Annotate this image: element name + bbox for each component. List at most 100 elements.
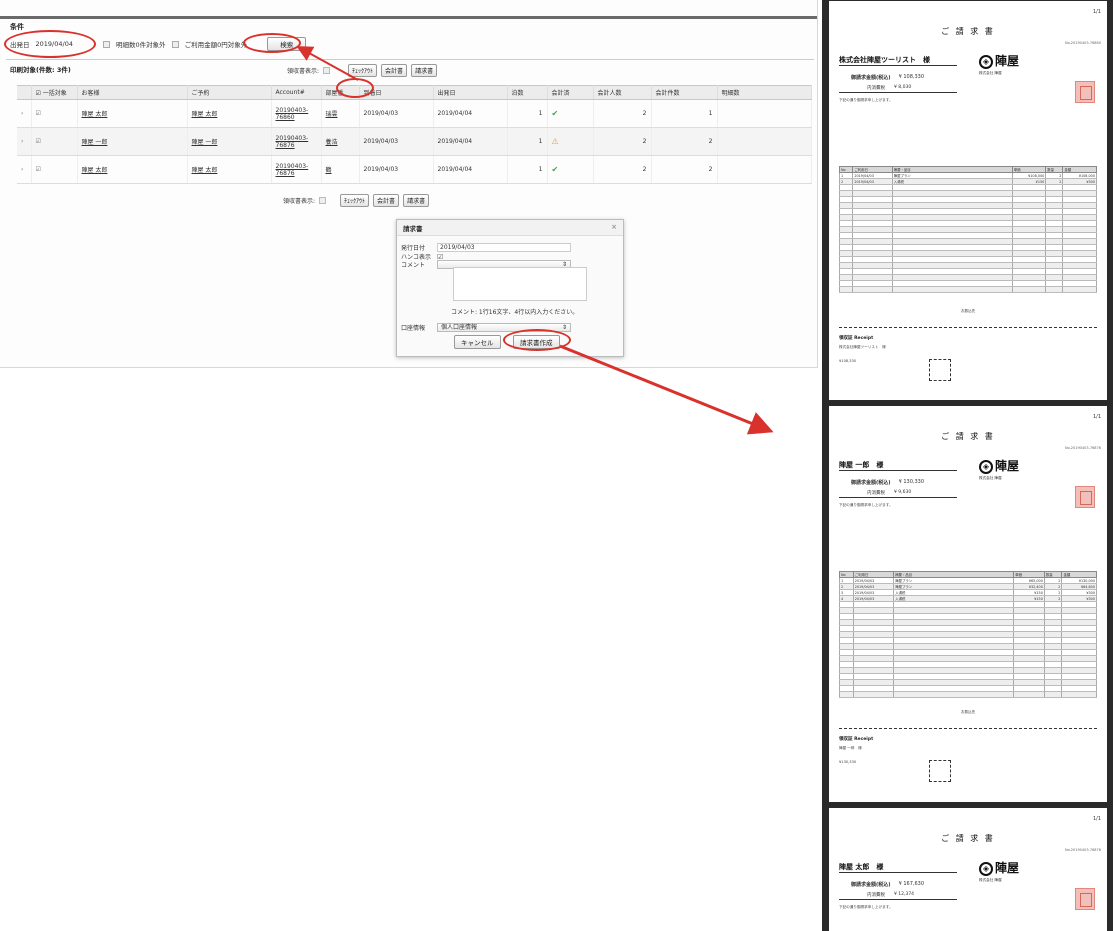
row-expand[interactable]: › (17, 99, 32, 128)
receipt-display-checkbox[interactable] (323, 67, 331, 74)
conditions-panel-title: 条件 (10, 23, 24, 31)
row-target-checkbox[interactable]: ☑ (31, 99, 78, 128)
company-info: 株式会社 陣屋 (979, 476, 1002, 480)
invoice-addressee: 陣屋 太郎 様 (839, 863, 884, 871)
invoice-page: 1/1 ご 請 求 書 No.20190403-76860 株式会社陣屋ツーリス… (829, 1, 1107, 400)
header-bar (0, 16, 817, 19)
issue-date-row: 発行日付 2019/04/03 (401, 243, 571, 252)
crest-icon: ◈ (979, 54, 993, 69)
items-cell (717, 99, 812, 128)
col-header-target[interactable]: ☑ 一括対象 (31, 85, 78, 100)
col-header-room: 部屋番 (321, 85, 360, 100)
paid-check-icon: ✔ (551, 165, 559, 174)
departure-cell: 2019/04/04 (433, 99, 508, 128)
issue-date-label: 発行日付 (401, 245, 426, 252)
page-number: 1/1 (1092, 414, 1101, 420)
paid-cell: ✔ (547, 155, 594, 184)
room-link[interactable]: 瑞雲 (326, 111, 338, 118)
room-link[interactable]: 養浩 (326, 139, 338, 146)
invoice-addressee: 陣屋 一郎 様 (839, 461, 884, 469)
crest-icon: ◈ (979, 459, 993, 474)
select-arrow-icon: ⇕ (561, 324, 567, 331)
col-header-customer: お客様 (77, 85, 188, 100)
booking-link[interactable]: 陣屋 太郎 (192, 111, 218, 118)
company-logo: ◈ 陣屋 (979, 52, 1019, 69)
bank-info: お振込先 (960, 309, 976, 313)
account-link[interactable]: 20190403-76860 (276, 107, 309, 121)
account-info-select[interactable]: 個人口座情報 ⇕ (437, 323, 571, 332)
account-link[interactable]: 20190403-76876 (276, 163, 309, 177)
col-header-arrival: 到着日 (359, 85, 434, 100)
col-header-account: Account# (271, 85, 322, 100)
row-target-checkbox[interactable]: ☑ (31, 155, 78, 184)
receipt-title: 領収証 Receipt (839, 336, 874, 341)
paid-cell: ⚠ (547, 127, 594, 156)
invoice-preview-panel[interactable]: 1/1 ご 請 求 書 No.20190403-76860 株式会社陣屋ツーリス… (822, 0, 1113, 931)
room-cell: 養浩 (321, 127, 360, 156)
invoice-title: ご 請 求 書 (941, 27, 995, 36)
invoice-tax: 内消費税 ¥ 12,374 (867, 892, 914, 898)
invoice-button[interactable]: 請求書 (411, 64, 438, 77)
row-target-checkbox[interactable]: ☑ (31, 127, 78, 156)
settlement-button[interactable]: 会計書 (381, 64, 408, 77)
crest-icon: ◈ (979, 861, 993, 876)
room-cell: 瑞雲 (321, 99, 360, 128)
table-row: › ☑ 陣屋 太郎 陣屋 太郎 20190403-76876 鶴 2019/04… (17, 155, 812, 184)
customer-link[interactable]: 陣屋 太郎 (82, 167, 108, 174)
items-cell (717, 155, 812, 184)
comment-textarea[interactable] (453, 267, 587, 301)
amount-value: ¥ 167,630 (898, 881, 925, 887)
table-header-row: ☑ 一括対象 お客様 ご予約 Account# 部屋番 到着日 出発日 泊数 会… (17, 85, 812, 100)
exclude-zero-items-label: 明細数0件対象外 (115, 41, 166, 49)
tax-label: 内消費税 (867, 491, 885, 496)
invoice-button[interactable]: 請求書 (403, 194, 430, 207)
print-toolbar-top: 領収書表示: ﾁｪｯｸｱｳﾄ 会計書 請求書 (287, 64, 438, 77)
exclude-zero-amount-checkbox[interactable] (171, 40, 179, 48)
col-header-booking: ご予約 (187, 85, 272, 100)
comment-hint: コメント: 1行16文字、4行以内入力ください。 (451, 309, 579, 316)
amount-value: ¥ 130,330 (898, 479, 925, 485)
dialog-title: 請求書 (403, 225, 423, 233)
account-cell: 20190403-76876 (271, 127, 322, 156)
tax-value: ¥ 8,030 (894, 85, 912, 90)
receipt-display-checkbox[interactable] (319, 197, 327, 204)
departure-date-value[interactable]: 2019/04/04 (36, 40, 73, 48)
select-all-checkbox-icon[interactable]: ☑ (36, 90, 43, 97)
company-logo: ◈ 陣屋 (979, 457, 1019, 474)
customer-link[interactable]: 陣屋 太郎 (82, 111, 108, 118)
account-link[interactable]: 20190403-76876 (276, 135, 309, 149)
company-info: 株式会社 陣屋 (979, 71, 1002, 75)
cut-line (839, 728, 1097, 729)
company-info: 株式会社 陣屋 (979, 878, 1002, 882)
cancel-button[interactable]: キャンセル (454, 335, 501, 349)
table-row: › ☑ 陣屋 一郎 陣屋 一郎 20190403-76876 養浩 2019/0… (17, 127, 812, 156)
room-link[interactable]: 鶴 (326, 167, 332, 174)
receipt-addressee: 株式会社陣屋ツーリスト 様 (839, 345, 886, 349)
seal-stamp-icon (1075, 81, 1095, 103)
invoice-number: No.20190403-76860 (1064, 41, 1101, 45)
booking-link[interactable]: 陣屋 一郎 (192, 139, 218, 146)
row-expand[interactable]: › (17, 155, 32, 184)
checkout-button[interactable]: ﾁｪｯｸｱｳﾄ (348, 64, 378, 77)
customer-cell: 陣屋 一郎 (77, 127, 188, 156)
search-button[interactable]: 検索 (267, 37, 307, 51)
booking-link[interactable]: 陣屋 太郎 (192, 167, 218, 174)
arrival-cell: 2019/04/03 (359, 155, 434, 184)
row-expand[interactable]: › (17, 127, 32, 156)
create-invoice-button[interactable]: 請求書作成 (513, 335, 560, 349)
comment-label: コメント (401, 262, 426, 269)
exclude-zero-items-checkbox[interactable] (102, 40, 110, 48)
departure-cell: 2019/04/04 (433, 127, 508, 156)
issue-date-input[interactable]: 2019/04/03 (437, 243, 571, 252)
receipt-display-label: 領収書表示: (287, 68, 320, 75)
customer-link[interactable]: 陣屋 一郎 (82, 139, 108, 146)
close-icon[interactable]: × (611, 223, 617, 231)
invoice-message: 下記の通り御請求申し上げます。 (839, 503, 893, 507)
settlement-button[interactable]: 会計書 (373, 194, 400, 207)
invoice-amount: 御請求金額(税込) ¥ 130,330 (851, 479, 924, 486)
divider (839, 899, 957, 900)
invoice-title: ご 請 求 書 (941, 834, 995, 843)
revenue-stamp-box (929, 760, 951, 782)
checkout-button[interactable]: ﾁｪｯｸｱｳﾄ (340, 194, 370, 207)
account-cell: 20190403-76860 (271, 99, 322, 128)
